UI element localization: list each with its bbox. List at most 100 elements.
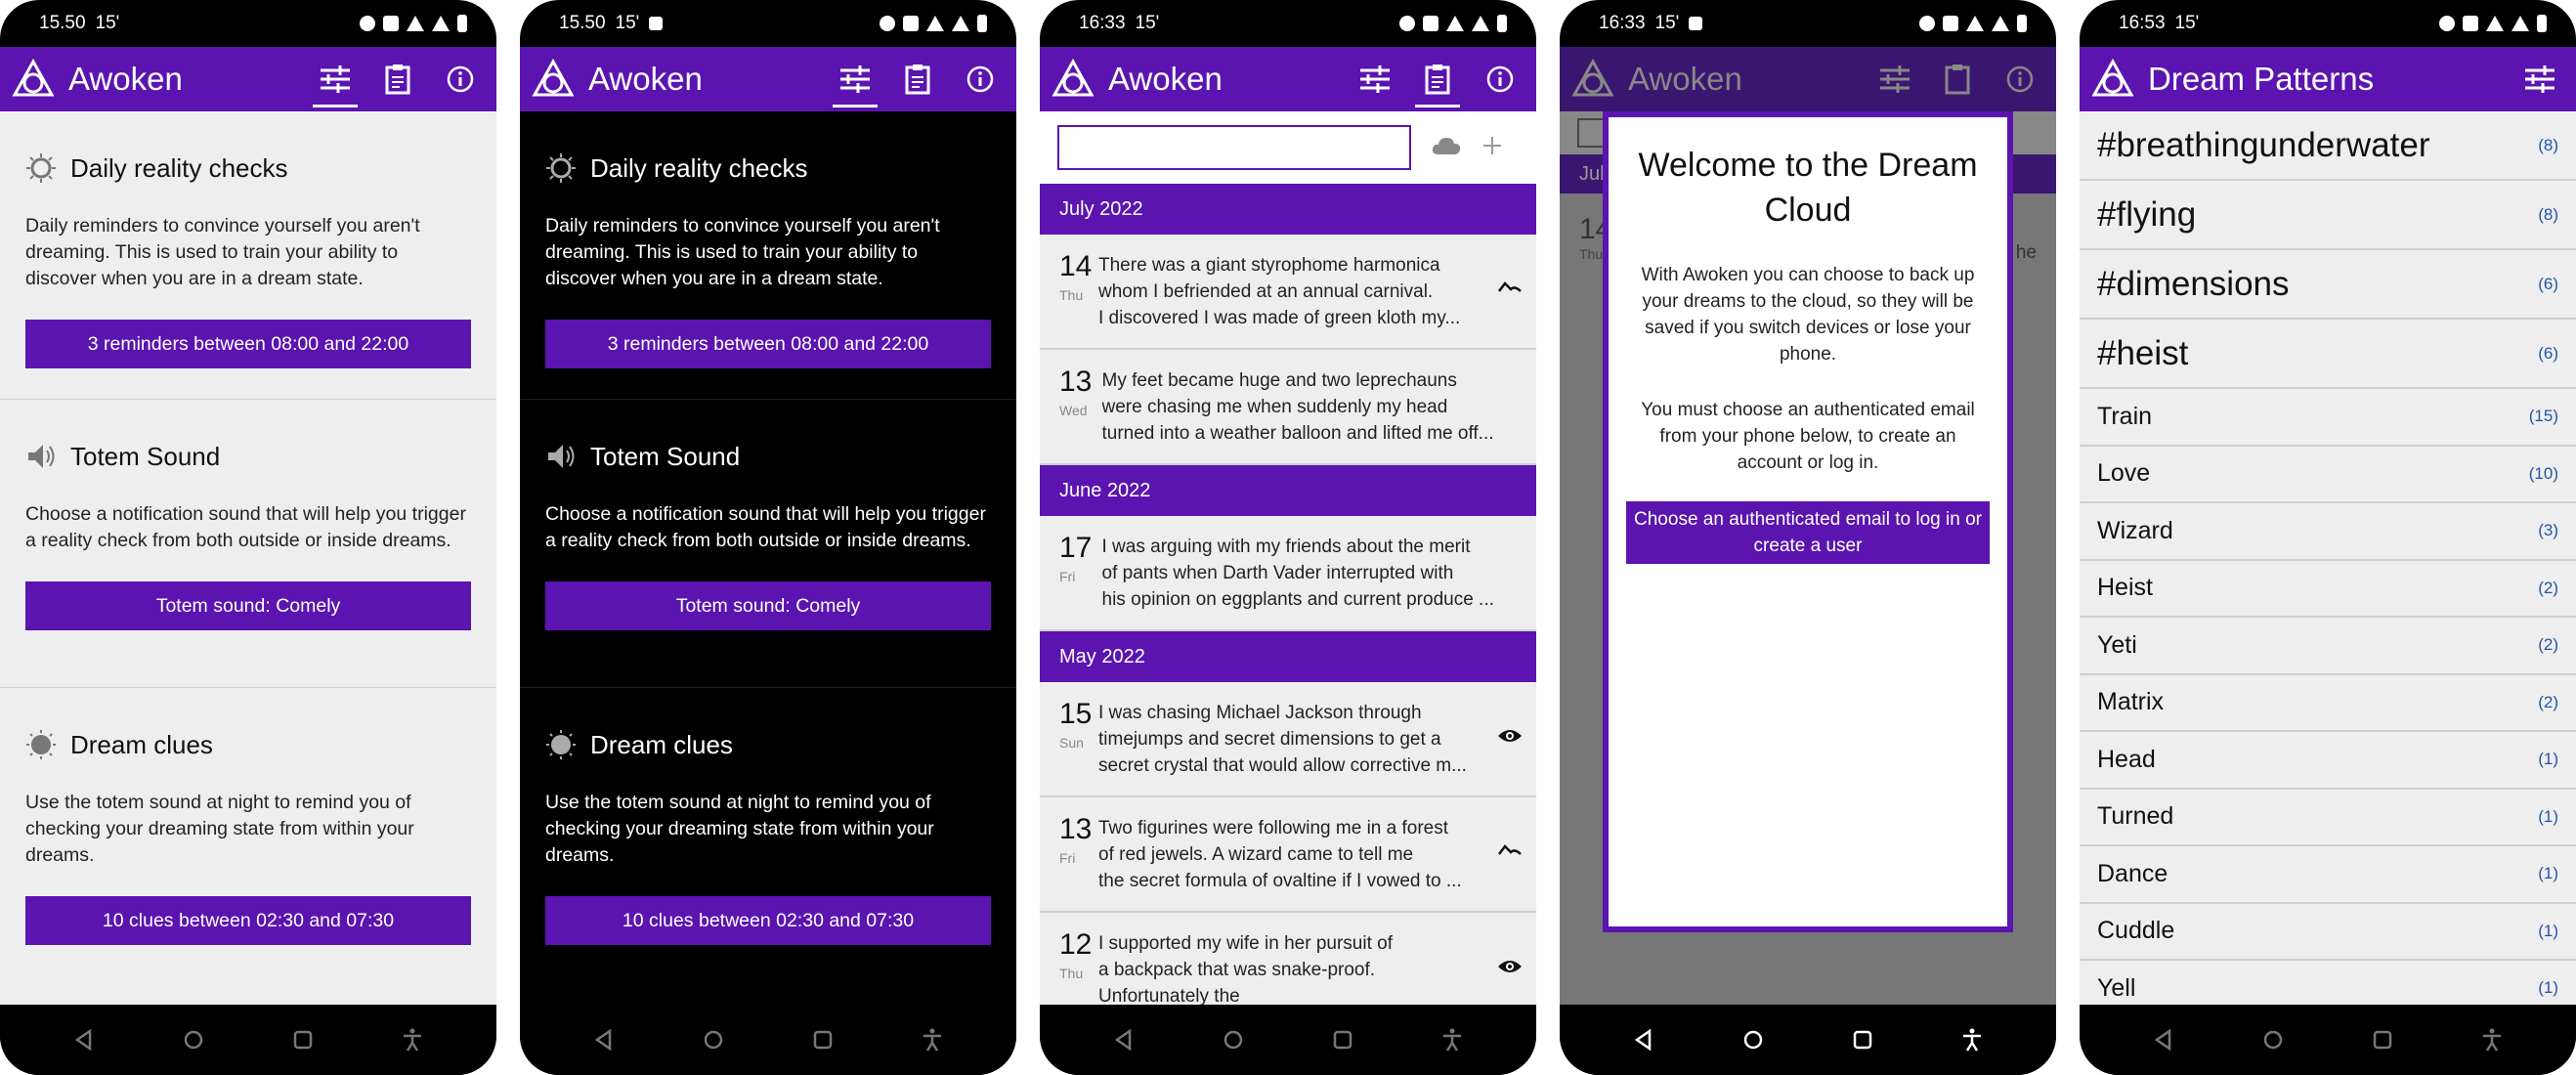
recents-icon[interactable] — [803, 1020, 842, 1059]
info-icon[interactable] — [1481, 61, 1519, 98]
cloud-icon[interactable] — [1431, 135, 1462, 161]
awoken-logo-icon — [1571, 58, 1614, 97]
add-icon[interactable] — [1481, 135, 1503, 161]
pattern-word-row[interactable]: Wizard (3) — [2080, 503, 2576, 561]
back-icon[interactable] — [2144, 1020, 2183, 1059]
journal-entry[interactable]: 14 Thu There was a giant styrophome harmon… — [1040, 235, 1536, 350]
back-icon[interactable] — [1104, 1020, 1143, 1059]
pattern-word-row[interactable]: Heist (2) — [2080, 561, 2576, 618]
page-title: Dream Patterns — [2148, 61, 2375, 97]
settings-sliders-icon[interactable] — [1356, 61, 1394, 98]
info-icon[interactable] — [442, 61, 479, 98]
search-input[interactable] — [1057, 125, 1411, 170]
entry-line: of red jewels. A wizard came to tell me — [1098, 844, 1414, 865]
home-icon[interactable] — [1734, 1020, 1773, 1059]
dream-clues-section: Dream clues Use the totem sound at night… — [520, 688, 1016, 976]
recents-icon[interactable] — [283, 1020, 322, 1059]
pattern-word-row[interactable]: Matrix (2) — [2080, 675, 2576, 732]
pattern-word-row[interactable]: Train (15) — [2080, 389, 2576, 447]
settings-sliders-icon[interactable] — [2521, 61, 2558, 98]
entry-day: 17 — [1059, 532, 1093, 564]
pattern-count: (2) — [2538, 578, 2558, 597]
speaker-icon — [28, 445, 55, 468]
reminders-button[interactable]: 3 reminders between 08:00 and 22:00 — [545, 320, 991, 368]
reminders-button[interactable]: 3 reminders between 08:00 and 22:00 — [25, 320, 471, 368]
pattern-word-row[interactable]: Yeti (2) — [2080, 618, 2576, 675]
battery-icon — [1497, 15, 1507, 32]
alarm-icon — [360, 16, 375, 31]
awoken-logo-icon — [532, 58, 575, 97]
recents-icon[interactable] — [1843, 1020, 1882, 1059]
pattern-count: (1) — [2538, 806, 2558, 826]
pattern-tag-row[interactable]: #heist (6) — [2080, 320, 2576, 389]
status-bar: 16:33 15' — [1040, 0, 1536, 47]
accessibility-icon[interactable] — [1433, 1020, 1472, 1059]
clipboard-icon[interactable] — [899, 61, 936, 98]
pattern-word: Love — [2097, 459, 2151, 488]
journal-entry[interactable]: 13 Fri Two figurines were following me in … — [1040, 797, 1536, 913]
journal-entry[interactable]: 15 Sun I was chasing Michael Jackson throu… — [1040, 682, 1536, 797]
status-temp: 15' — [1135, 13, 1160, 33]
system-nav-bar — [1560, 1005, 2056, 1075]
pattern-word-row[interactable]: Turned (1) — [2080, 790, 2576, 846]
totem-sound-button[interactable]: Totem sound: Comely — [25, 581, 471, 630]
clipboard-icon[interactable] — [379, 61, 416, 98]
entry-excerpt: There was a giant styrophome harmonica wh… — [1098, 252, 1497, 331]
totem-sound-section: Totem Sound Choose a notification sound … — [520, 400, 1016, 688]
dream-clues-button[interactable]: 10 clues between 02:30 and 07:30 — [545, 896, 991, 945]
home-icon[interactable] — [1214, 1020, 1253, 1059]
home-icon[interactable] — [2254, 1020, 2293, 1059]
back-icon[interactable] — [64, 1020, 104, 1059]
settings-sliders-icon[interactable] — [313, 61, 358, 108]
home-icon[interactable] — [694, 1020, 733, 1059]
settings-sliders-icon[interactable] — [833, 61, 878, 108]
nfc-icon — [2463, 16, 2478, 31]
recents-icon[interactable] — [1323, 1020, 1362, 1059]
signal-icon — [1472, 16, 1489, 31]
pattern-count: (15) — [2528, 407, 2558, 426]
dream-clues-button[interactable]: 10 clues between 02:30 and 07:30 — [25, 896, 471, 945]
wifi-icon — [1446, 16, 1464, 31]
image-icon — [649, 17, 664, 30]
dream-clues-description: Use the totem sound at night to remind y… — [25, 792, 414, 866]
entry-line: were chasing me when suddenly my head — [1101, 397, 1448, 417]
journal-entry[interactable]: 17 Fri I was arguing with my friends about… — [1040, 516, 1536, 631]
awoken-logo-icon — [2091, 58, 2134, 97]
home-icon[interactable] — [174, 1020, 213, 1059]
accessibility-icon[interactable] — [393, 1020, 432, 1059]
status-time: 15.50 — [559, 13, 606, 33]
accessibility-icon[interactable] — [913, 1020, 952, 1059]
journal-entry[interactable]: 12 Thu I supported my wife in her pursuit … — [1040, 913, 1536, 1005]
entry-line: Two figurines were following me in a for… — [1098, 818, 1448, 838]
pattern-tag-row[interactable]: #flying (8) — [2080, 181, 2576, 250]
pattern-tag-row[interactable]: #breathingunderwater (8) — [2080, 111, 2576, 181]
signal-icon — [2512, 16, 2529, 31]
accessibility-icon[interactable] — [2472, 1020, 2512, 1059]
image-icon — [1689, 17, 1703, 30]
pattern-word-row[interactable]: Cuddle (1) — [2080, 904, 2576, 961]
settings-content: Daily reality checks Daily reminders to … — [520, 111, 1016, 1005]
pattern-word-row[interactable]: Head (1) — [2080, 732, 2576, 790]
back-icon[interactable] — [584, 1020, 623, 1059]
pattern-word-row[interactable]: Love (10) — [2080, 447, 2576, 503]
choose-email-button[interactable]: Choose an authenticated email to log in … — [1626, 501, 1990, 564]
totem-sound-button[interactable]: Totem sound: Comely — [545, 581, 991, 630]
pattern-count: (10) — [2528, 463, 2558, 483]
entry-date: 15 Sun — [1059, 700, 1098, 752]
accessibility-icon[interactable] — [1953, 1020, 1992, 1059]
back-icon[interactable] — [1624, 1020, 1663, 1059]
pattern-tag-row[interactable]: #dimensions (6) — [2080, 250, 2576, 320]
recents-icon[interactable] — [2363, 1020, 2402, 1059]
entry-date: 13 Wed — [1059, 367, 1102, 419]
clipboard-icon[interactable] — [1415, 61, 1460, 108]
pattern-word-row[interactable]: Dance (1) — [2080, 846, 2576, 904]
app-title: Awoken — [1628, 61, 1742, 97]
pattern-word-row[interactable]: Yell (1) — [2080, 961, 2576, 1005]
entry-date: 12 Thu — [1059, 930, 1098, 982]
status-temp: 15' — [2174, 13, 2200, 33]
reality-checks-description: Daily reminders to convince yourself you… — [25, 215, 420, 289]
info-icon[interactable] — [962, 61, 999, 98]
journal-entry[interactable]: 13 Wed My feet became huge and two leprech… — [1040, 350, 1536, 465]
wave-icon — [1497, 842, 1523, 858]
month-header: June 2022 — [1040, 465, 1536, 516]
